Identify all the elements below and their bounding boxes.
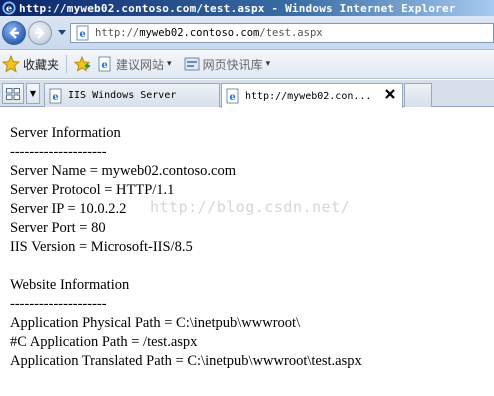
window-title: http://myweb02.contoso.com/test.aspx - W…	[19, 1, 456, 15]
address-url: http://myweb02.contoso.com/test.aspx	[95, 27, 323, 39]
ie-page-icon: e	[49, 88, 62, 103]
suggested-sites-button[interactable]: e 建议网站 ▾	[95, 53, 174, 75]
add-favorite-star-icon	[74, 56, 91, 72]
svg-text:e: e	[101, 60, 107, 71]
chevron-down-icon	[58, 30, 66, 35]
svg-text:e: e	[6, 4, 12, 15]
tab-list-button[interactable]: ▼	[26, 83, 40, 104]
application-translated-path: Application Translated Path = C:\inetpub…	[10, 353, 362, 369]
tab-active-page[interactable]: e http://myweb02.con...	[221, 83, 403, 108]
svg-text:e: e	[79, 29, 85, 40]
close-icon[interactable]	[384, 88, 396, 100]
chevron-down-icon: ▾	[265, 59, 271, 69]
divider	[66, 55, 68, 73]
page-content: Server Information -------------------- …	[0, 108, 494, 396]
address-input[interactable]: e http://myweb02.contoso.com/test.aspx	[70, 23, 494, 43]
quick-tabs-button[interactable]	[2, 83, 24, 104]
new-tab-button[interactable]	[404, 83, 432, 107]
add-to-favorites-bar-button[interactable]	[72, 53, 95, 75]
ie-page-icon: e	[76, 25, 89, 41]
recent-pages-dropdown[interactable]	[56, 26, 68, 40]
internet-explorer-icon: e	[2, 1, 16, 15]
star-icon	[2, 55, 20, 73]
ie-page-icon: e	[226, 88, 239, 104]
website-info-heading: Website Information	[10, 277, 130, 293]
iis-version: IIS Version = Microsoft-IIS/8.5	[10, 239, 193, 255]
separator: --------------------	[10, 144, 107, 160]
separator: --------------------	[10, 296, 107, 312]
window-title-bar[interactable]: e http://myweb02.contoso.com/test.aspx -…	[0, 0, 494, 16]
tab-iis-windows-server[interactable]: e IIS Windows Server	[44, 83, 220, 107]
chevron-down-icon: ▼	[29, 89, 37, 98]
forward-button[interactable]	[28, 21, 52, 45]
web-slice-icon	[184, 57, 200, 71]
svg-text:e: e	[52, 92, 58, 103]
chevron-down-icon: ▾	[167, 59, 172, 69]
tab-label: IIS Windows Server	[68, 90, 177, 101]
ie-page-icon: e	[98, 56, 111, 72]
forward-arrow-icon	[35, 27, 45, 39]
c-application-path: #C Application Path = /test.aspx	[10, 334, 198, 350]
favorites-label: 收藏夹	[23, 57, 60, 72]
favorites-button[interactable]: 收藏夹	[0, 53, 61, 75]
suggested-sites-label: 建议网站	[116, 57, 165, 72]
web-slice-gallery-label: 网页快讯库	[202, 57, 263, 72]
favorites-bar: 收藏夹 e 建议网站 ▾ 网页快讯库 ▾	[0, 50, 494, 79]
tab-label: http://myweb02.con...	[245, 90, 372, 102]
server-name: Server Name = myweb02.contoso.com	[10, 163, 237, 179]
navigation-bar: e http://myweb02.contoso.com/test.aspx	[0, 16, 494, 50]
watermark: http://blog.csdn.net/	[150, 198, 351, 216]
server-ip: Server IP = 10.0.2.2	[10, 201, 127, 217]
server-info-heading: Server Information	[10, 125, 121, 141]
server-port: Server Port = 80	[10, 220, 106, 236]
web-slice-gallery-button[interactable]: 网页快讯库 ▾	[182, 53, 273, 75]
quick-tabs-grid-icon	[6, 87, 20, 100]
back-button[interactable]	[2, 21, 26, 45]
svg-text:e: e	[229, 92, 235, 103]
back-arrow-icon	[9, 27, 19, 39]
application-physical-path: Application Physical Path = C:\inetpub\w…	[10, 315, 301, 331]
tab-bar: ▼ e IIS Windows Server e http://myweb02.…	[0, 80, 494, 108]
